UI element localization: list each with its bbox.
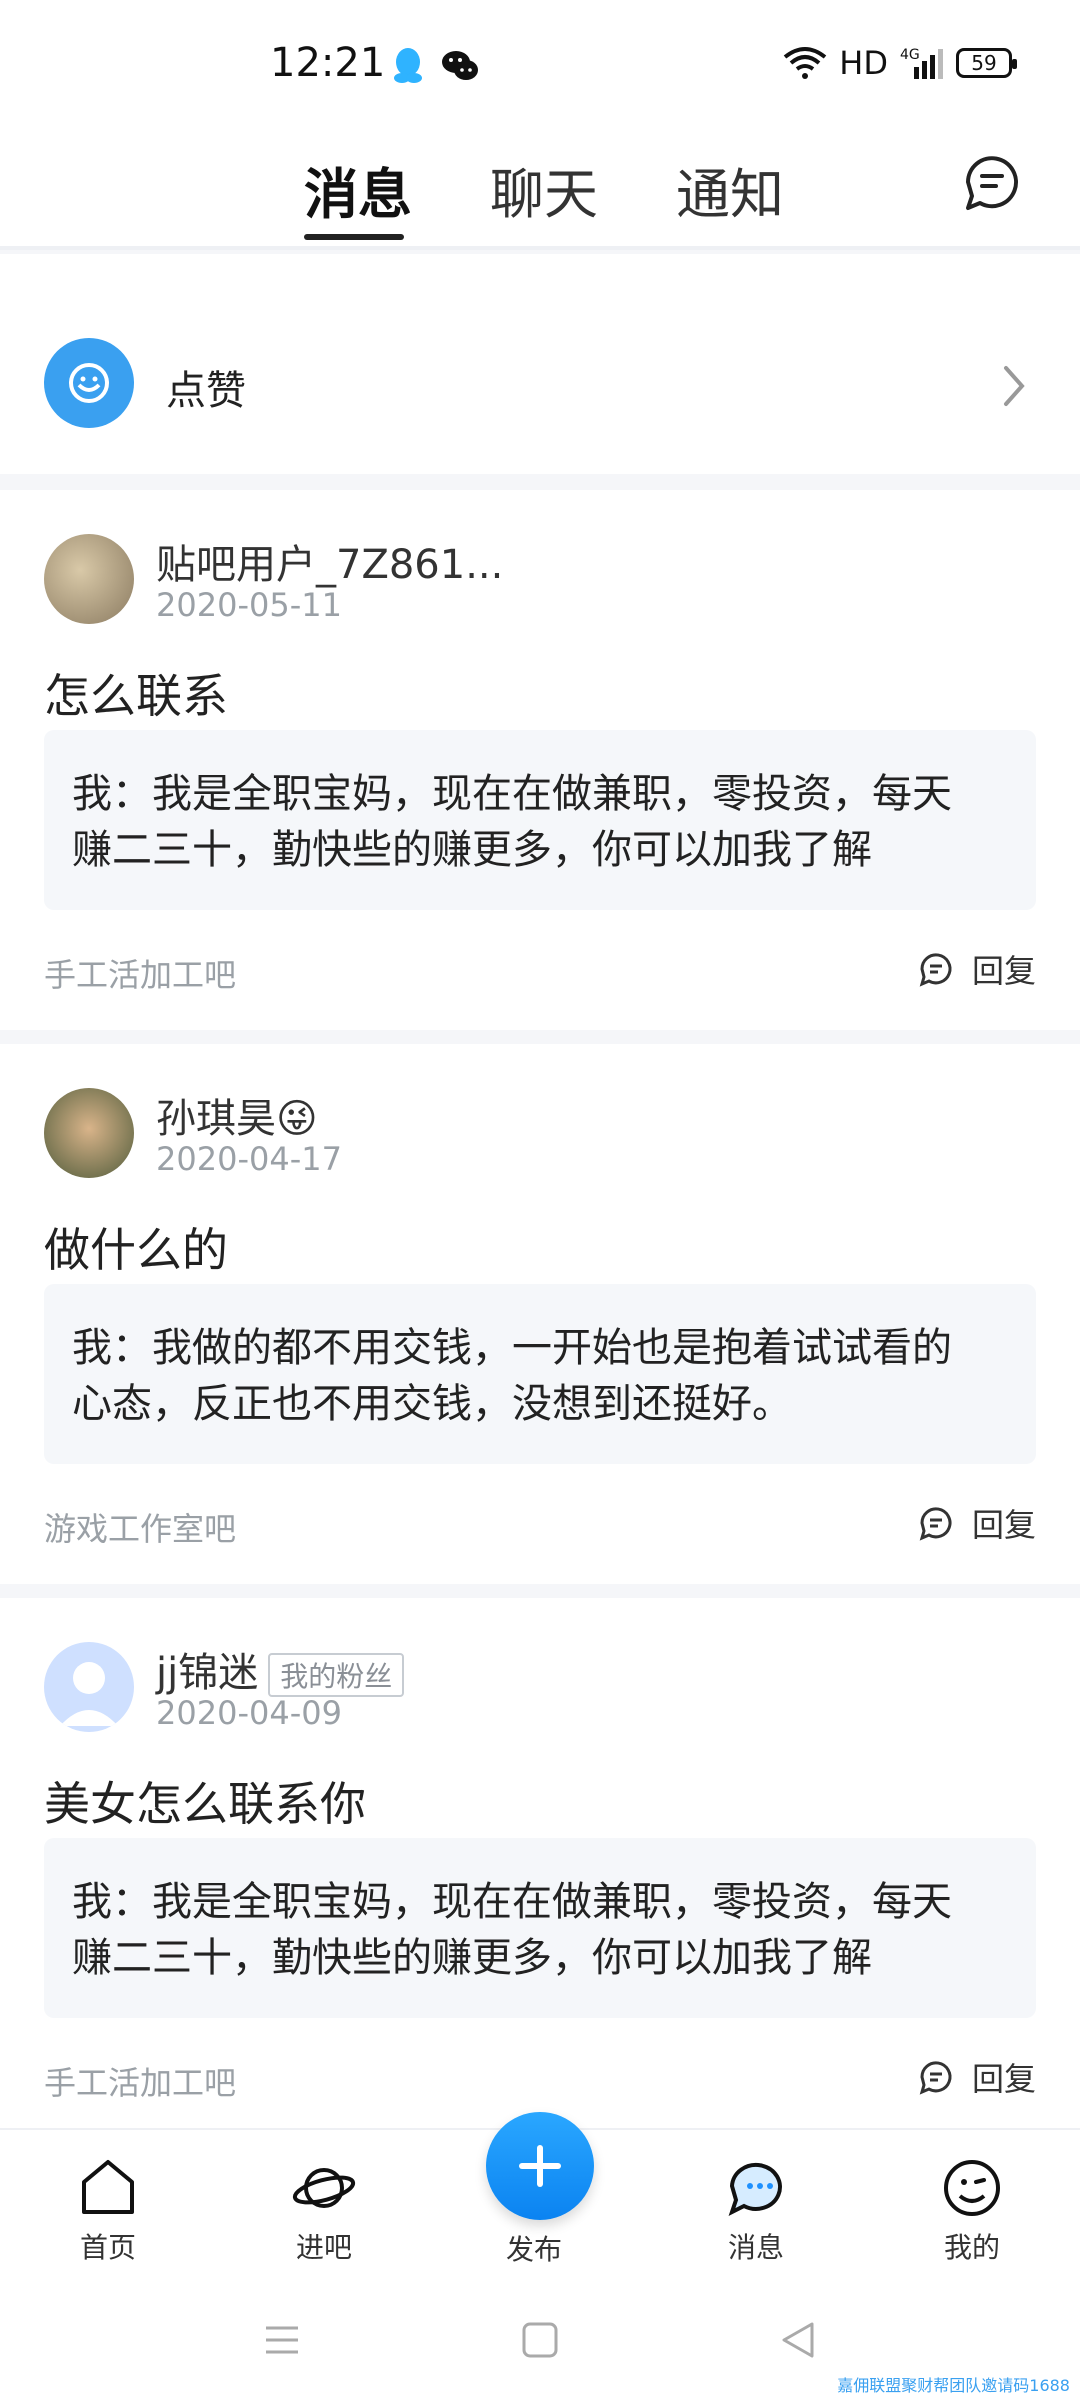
avatar[interactable] (44, 1088, 134, 1178)
top-tabs: 消息 聊天 通知 (0, 130, 1080, 250)
nav-messages[interactable]: 消息 (686, 2156, 826, 2266)
like-row[interactable]: 点赞 (0, 254, 1080, 474)
nav-mine-label: 我的 (943, 2231, 1000, 2264)
forum-name[interactable]: 游戏工作室吧 (44, 1504, 236, 1550)
chat-bubble-icon[interactable] (960, 150, 1024, 214)
network-type: HD (839, 44, 888, 82)
avatar[interactable] (44, 534, 134, 624)
user-name[interactable]: 贴吧用户_7Z861... (156, 532, 503, 590)
watermark-text: 嘉佣联盟聚财帮团队邀请码1688 (837, 2376, 1070, 2395)
nav-home-label: 首页 (79, 2231, 136, 2264)
message-date: 2020-04-09 (156, 1694, 342, 1732)
message-title: 美女怎么联系你 (44, 1777, 366, 1831)
comment-icon (919, 2061, 952, 2095)
active-tab-indicator (304, 234, 404, 240)
quoted-reply[interactable]: 我：我做的都不用交钱，一开始也是抱着试试看的 心态，反正也不用交钱，没想到还挺好… (44, 1284, 1036, 1464)
chevron-right-icon (1004, 366, 1025, 406)
nav-enter-bar-label: 进吧 (295, 2231, 352, 2264)
nav-enter-bar[interactable]: 进吧 (254, 2156, 394, 2266)
nav-mine[interactable]: 我的 (902, 2156, 1042, 2266)
home-icon (82, 2160, 134, 2214)
like-icon (44, 338, 134, 428)
quote-line: 心态，反正也不用交钱，没想到还挺好。 (72, 1381, 792, 1427)
system-navigation-bar: 嘉佣联盟聚财帮团队邀请码1688 (0, 2280, 1080, 2400)
message-title: 做什么的 (44, 1223, 228, 1277)
forum-name[interactable]: 手工活加工吧 (44, 2058, 236, 2104)
user-name[interactable]: jj锦迷 (156, 1650, 258, 1696)
quote-line: 赚二三十，勤快些的赚更多，你可以加我了解 (72, 827, 872, 873)
home-square-icon[interactable] (520, 2320, 560, 2360)
status-bar: 12:21 HD 4G 59 (0, 0, 1080, 130)
tab-messages[interactable]: 消息 (304, 150, 412, 229)
nav-messages-label: 消息 (727, 2231, 784, 2264)
message-date: 2020-04-17 (156, 1140, 342, 1178)
qq-icon (394, 48, 422, 83)
message-bubble-icon (728, 2162, 782, 2216)
nav-home[interactable]: 首页 (38, 2156, 178, 2266)
app-root: 12:21 HD 4G 59 消息 聊天 通知 点赞 贴吧用户_7Z861...… (0, 0, 1080, 2400)
message-title: 怎么联系 (44, 669, 228, 723)
quote-line: 我：我是全职宝妈，现在在做兼职，零投资，每天 (72, 1879, 952, 1925)
publish-label: 发布 (506, 2233, 563, 2266)
profile-face-icon (944, 2160, 1000, 2216)
tab-chat[interactable]: 聊天 (490, 150, 598, 229)
quote-line: 赚二三十，勤快些的赚更多，你可以加我了解 (72, 1935, 872, 1981)
tab-notifications[interactable]: 通知 (676, 150, 784, 229)
status-time: 12:21 (270, 40, 386, 86)
thumb-hand-icon (69, 363, 109, 403)
quoted-reply[interactable]: 我：我是全职宝妈，现在在做兼职，零投资，每天 赚二三十，勤快些的赚更多，你可以加… (44, 1838, 1036, 2018)
plus-icon (519, 2145, 561, 2187)
person-silhouette-icon (60, 1662, 118, 1726)
wechat-icon (442, 51, 478, 80)
wifi-icon (784, 47, 827, 79)
comment-icon (919, 953, 952, 987)
signal-icon: 4G (900, 47, 943, 79)
reply-button[interactable]: 回复 (916, 946, 1036, 992)
quote-line: 我：我做的都不用交钱，一开始也是抱着试试看的 (72, 1325, 952, 1371)
quote-line: 我：我是全职宝妈，现在在做兼职，零投资，每天 (72, 771, 952, 817)
svg-text:4G: 4G (900, 47, 920, 63)
quoted-reply[interactable]: 我：我是全职宝妈，现在在做兼职，零投资，每天 赚二三十，勤快些的赚更多，你可以加… (44, 730, 1036, 910)
like-label: 点赞 (166, 368, 246, 414)
comment-icon (919, 1507, 952, 1541)
menu-icon[interactable] (262, 2320, 302, 2360)
message-card[interactable]: 孙琪昊😜 2020-04-17 做什么的 我：我做的都不用交钱，一开始也是抱着试… (0, 1044, 1080, 1584)
publish-button[interactable] (486, 2112, 594, 2220)
reply-button[interactable]: 回复 (916, 2054, 1036, 2100)
user-name[interactable]: 孙琪昊😜 (156, 1086, 318, 1144)
fan-badge: 我的粉丝 (268, 1653, 405, 1697)
battery-indicator: 59 (956, 48, 1017, 78)
default-avatar[interactable] (44, 1642, 134, 1732)
bottom-navigation: 首页 进吧 发布 消息 我的 (0, 2112, 1080, 2280)
message-card[interactable]: 贴吧用户_7Z861... 2020-05-11 怎么联系 我：我是全职宝妈，现… (0, 490, 1080, 1030)
reply-label: 回复 (971, 952, 1036, 990)
reply-button[interactable]: 回复 (916, 1500, 1036, 1546)
user-name-row: jj锦迷 我的粉丝 (156, 1640, 405, 1698)
reply-label: 回复 (971, 1506, 1036, 1544)
back-triangle-icon[interactable] (778, 2320, 818, 2360)
forum-name[interactable]: 手工活加工吧 (44, 950, 236, 996)
planet-icon (292, 2168, 356, 2208)
status-indicators: HD 4G 59 (783, 44, 1017, 82)
message-date: 2020-05-11 (156, 586, 342, 624)
reply-label: 回复 (971, 2060, 1036, 2098)
message-card[interactable]: jj锦迷 我的粉丝 2020-04-09 美女怎么联系你 我：我是全职宝妈，现在在… (0, 1598, 1080, 2128)
